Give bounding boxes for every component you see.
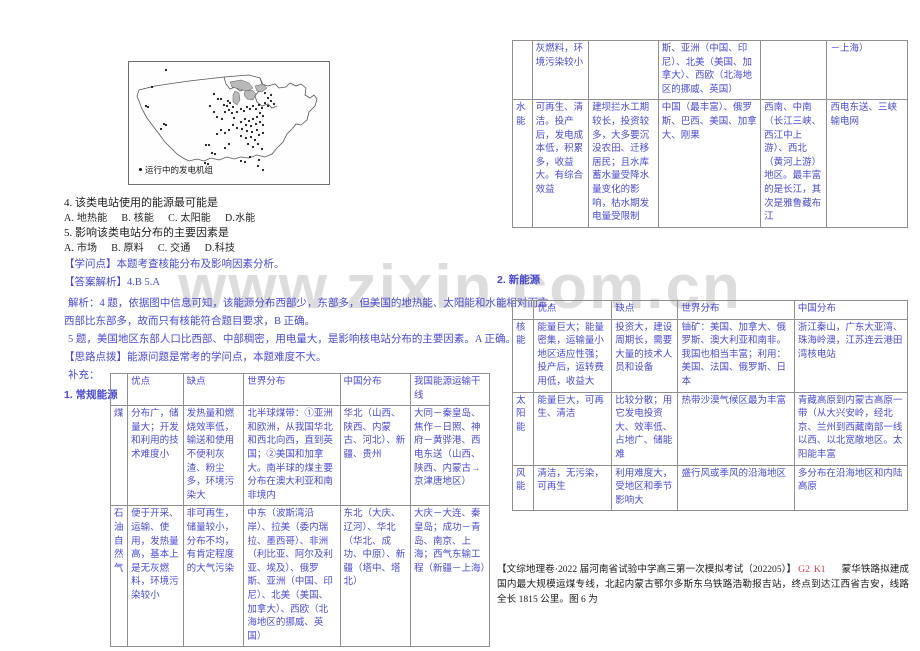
option-4-a[interactable]: A. 地热能	[64, 213, 107, 224]
coal-advantages: 分布广，储量大；开发和利用的技术难度小	[127, 405, 184, 507]
row-label-oil-gas-continued	[512, 39, 533, 101]
table-row-coal: 煤 分布广，储量大；开发和利用的技术难度小 发热量和燃烧效率低，输送和使用不便利…	[109, 405, 491, 507]
oil-gas-china-distribution: 东北（大庆、辽河）、华北（华北、成功、中原）、新疆（塔中、塔北）	[339, 505, 411, 648]
oil-gas-advantages: 便于开采、运输、使用，发热量高，基本上是无灰燃料，环境污染较小	[127, 505, 184, 648]
header-cell-china-distribution: 中国分布	[339, 372, 411, 407]
coal-disadvantages: 发热量和燃烧效率低，输送和使用不便利灰渣、粉尘多，环境污染大	[182, 405, 245, 507]
wind-advantages: 清洁，无污染，可再生	[533, 464, 613, 512]
footer-source-line: 【文综地理卷·2022 届河南省试验中学高三第一次模拟考试（202205）】 G2…	[497, 562, 909, 607]
table-row-oil-gas: 石油自然气 便于开采、运输、使用，发热量高，基本上是无灰燃料，环境污染较小 非可…	[109, 505, 491, 648]
header-cell-china-distribution: 中国分布	[793, 300, 909, 320]
row-label-nuclear: 核能	[511, 318, 535, 393]
row-label-solar: 太阳能	[511, 391, 535, 466]
oil-gas-world-distribution-cont: 斯、亚洲（中国、印尼）、北美（美国、加拿大）、西欧（北海地区的挪威、英国）	[657, 39, 762, 101]
answer-line: 【答案解析】4.B 5.A	[64, 275, 160, 291]
legend-dot-icon	[139, 168, 142, 171]
header-cell-disadvantages: 缺点	[182, 372, 245, 407]
option-5-a[interactable]: A. 市场	[64, 243, 97, 254]
hydro-world-distribution: 中国（最丰富）、俄罗斯、巴西、美国、加拿大、刚果	[657, 99, 762, 228]
table-row-hydro: 水能 可再生、清洁。投产后，发电成本低，积累多，收益大。有综合效益 建坝拦水工期…	[512, 99, 908, 228]
conventional-energy-table: 优点 缺点 世界分布 中国分布 我国能源运输干线 煤 分布广，储量大；开发和利用…	[109, 372, 491, 648]
wind-world-distribution: 盛行风或季风的沿海地区	[677, 464, 795, 512]
row-label-hydro: 水能	[512, 99, 533, 228]
coal-china-distribution: 华北（山西、陕西、内蒙古、河北）、新疆、贵州	[339, 405, 411, 507]
answer-label: 【答案解析】	[64, 277, 127, 288]
new-energy-table: 优点 缺点 世界分布 中国分布 核能 能量巨大；能量密集，运输量小地区适应性强；…	[511, 300, 909, 512]
knowledge-point-line: 【学问点】本题考查核能分布及影响因素分析。	[64, 259, 285, 270]
row-label-wind: 风能	[511, 464, 535, 512]
header-cell-corner	[511, 300, 535, 320]
nuclear-world-distribution: 铀矿：美国、加拿大、俄罗斯、澳大利亚和南非。我国也相当丰富；利用：美国、法国、俄…	[677, 318, 795, 393]
table-header-row: 优点 缺点 世界分布 中国分布 我国能源运输干线	[109, 372, 491, 407]
footer-code-g2: G2	[798, 564, 810, 575]
question-4: 4. 该类电站使用的能源最可能是 A. 地热能 B. 核能 C. 太阳能 D.水能	[64, 196, 270, 226]
footer-exam-prefix: 【文综地理卷·2022 届河南省试验中学高三第一次模拟考试（202205）】	[497, 564, 797, 575]
option-4-d[interactable]: D.水能	[225, 213, 256, 224]
option-4-c[interactable]: C. 太阳能	[168, 213, 211, 224]
solar-advantages: 能量巨大，可再生、清洁	[533, 391, 613, 466]
option-5-c[interactable]: C. 交通	[158, 243, 191, 254]
us-power-plant-map-figure: 运行中的发电机组	[128, 61, 330, 185]
question-5-options: A. 市场 B. 原料 C. 交通 D.科技	[64, 241, 249, 256]
solar-china-distribution: 青藏高原到内蒙古高原一带（从大兴安岭，经北京、兰州到西藏南部一线以西、以北宽敞地…	[793, 391, 909, 466]
row-label-oil-gas: 石油自然气	[109, 505, 129, 648]
wind-china-distribution: 多分布在沿海地区和内陆高原	[793, 464, 909, 512]
header-cell-world-distribution: 世界分布	[677, 300, 795, 320]
table-header-row: 优点 缺点 世界分布 中国分布	[511, 300, 909, 320]
analysis-line-1: 解析：4 题，依据图中信息可知，该能源分布西部少，东部多，但美国的地热能、太阳能…	[68, 298, 559, 309]
table-row-wind: 风能 清洁，无污染，可再生 利用难度大，受地区和季节影响大 盛行风或季风的沿海地…	[511, 464, 909, 512]
header-cell-disadvantages: 缺点	[611, 300, 679, 320]
nuclear-advantages: 能量巨大；能量密集，运输量小地区适应性强；投产后，运转费用低，收益大	[533, 318, 613, 393]
question-4-stem: 4. 该类电站使用的能源最可能是	[64, 197, 218, 209]
question-4-options: A. 地热能 B. 核能 C. 太阳能 D.水能	[64, 211, 270, 226]
header-cell-advantages: 优点	[533, 300, 613, 320]
oil-gas-world-distribution: 中东（波斯湾沿岸）、拉美（委内瑞拉、墨西哥）、非洲（利比亚、阿尔及利亚、埃及）、…	[243, 505, 341, 648]
footer-code-k1: K1	[813, 564, 826, 575]
oil-gas-disadvantages: 非可再生，储量较小，分布不均，有肯定程度的大气污染	[182, 505, 245, 648]
option-5-d[interactable]: D.科技	[205, 243, 236, 254]
header-cell-transport-lines: 我国能源运输干线	[409, 372, 491, 407]
document-page: www.zixin.com.cn 运行中的发电机组 4. 该类电站使用的能源最可…	[0, 0, 920, 651]
map-legend-caption: 运行中的发电机组	[139, 164, 213, 176]
answer-values: 4.B 5.A	[127, 277, 160, 288]
solar-world-distribution: 热带沙漠气候区最为丰富	[677, 391, 795, 466]
table-row-solar: 太阳能 能量巨大，可再生、清洁 比较分散；用它发电投资大、效率低、占地广、储能难…	[511, 391, 909, 466]
question-5-stem: 5. 影响该类电站分布的主要因素是	[64, 227, 229, 239]
option-5-b[interactable]: B. 原料	[111, 243, 144, 254]
row-label-coal: 煤	[109, 405, 129, 507]
header-cell-world-distribution: 世界分布	[243, 372, 341, 407]
header-cell-advantages: 优点	[127, 372, 184, 407]
hydro-disadvantages: 建坝拦水工期较长，投资较多，大多要沉没农田、迁移居民；且水库蓄水量受降水量变化的…	[588, 99, 659, 228]
oil-gas-china-distribution-cont	[760, 39, 828, 101]
hydro-china-distribution: 西南、中南（长江三峡、西江中上游）、西北（黄河上游）地区。最丰富的是长江，其次是…	[760, 99, 828, 228]
oil-gas-disadvantages-cont	[588, 39, 659, 101]
question-5: 5. 影响该类电站分布的主要因素是 A. 市场 B. 原料 C. 交通 D.科技	[64, 226, 249, 256]
coal-transport-lines: 大同－秦皇岛、焦作－日照、神府－黄骅港、西电东送（山西、陕西、内蒙古→京津唐地区…	[409, 405, 491, 507]
table-row-nuclear: 核能 能量巨大；能量密集，运输量小地区适应性强；投产后，运转费用低，收益大 投资…	[511, 318, 909, 393]
supplement-line: 补充：	[68, 370, 100, 381]
conventional-energy-table-continued: 灰燃料，环境污染较小 斯、亚洲（中国、印尼）、北美（美国、加拿大）、西欧（北海地…	[512, 39, 908, 228]
header-cell-corner	[109, 372, 129, 407]
section-label-new-energy: 2. 新能源	[497, 274, 541, 286]
wind-disadvantages: 利用难度大，受地区和季节影响大	[611, 464, 679, 512]
oil-gas-advantages-cont: 灰燃料，环境污染较小	[531, 39, 590, 101]
oil-gas-transport-lines-cont: －上海）	[826, 39, 908, 101]
hydro-transport-lines: 西电东送、三峡输电网	[826, 99, 908, 228]
analysis-line-2: 西部比东部多，故而只有核能符合题目要求，B 正确。	[64, 316, 316, 327]
map-legend-label: 运行中的发电机组	[145, 165, 214, 175]
coal-world-distribution: 北半球煤带：①亚洲和欧洲，从我国华北和西北向西，直到英国；②美国和加拿大。南半球…	[243, 405, 341, 507]
option-4-b[interactable]: B. 核能	[121, 213, 154, 224]
hydro-advantages: 可再生、清洁。投产后，发电成本低，积累多，收益大。有综合效益	[531, 99, 590, 228]
tip-line: 【思路点拨】能源问题是常考的学问点，本题难度不大。	[64, 352, 327, 363]
analysis-line-3: 5 题，美国地区东部人口比西部、中部稠密，用电量大，是影响核电站分布的主要因素。…	[68, 334, 517, 345]
table-row-oil-gas-continued: 灰燃料，环境污染较小 斯、亚洲（中国、印尼）、北美（美国、加拿大）、西欧（北海地…	[512, 39, 908, 101]
oil-gas-transport-lines: 大庆－大连、秦皇岛；成功－青岛、南京、上海；西气东输工程（新疆－上海）	[409, 505, 491, 648]
nuclear-china-distribution: 浙江秦山，广东大亚湾、珠海岭澳，江苏连云港田湾核电站	[793, 318, 909, 393]
solar-disadvantages: 比较分散；用它发电投资大、效率低、占地广、储能难	[611, 391, 679, 466]
nuclear-disadvantages: 投资大，建设周期长，需要大量的技术人员和设备	[611, 318, 679, 393]
